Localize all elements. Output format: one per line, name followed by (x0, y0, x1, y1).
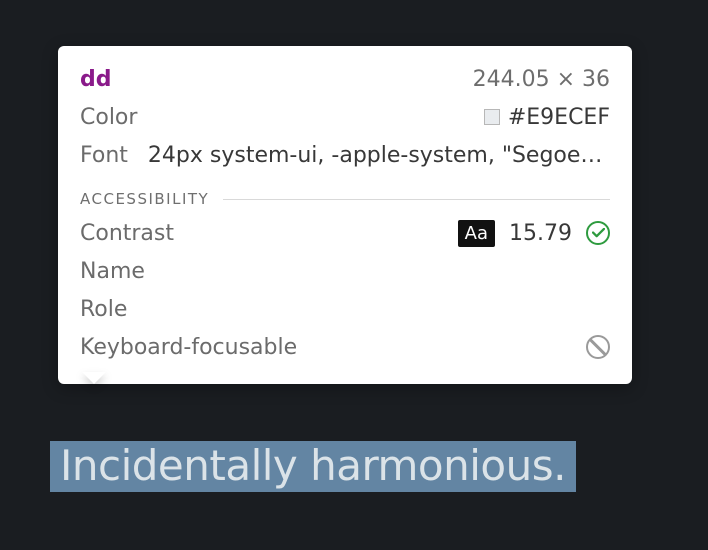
contrast-label: Contrast (80, 221, 174, 246)
contrast-badge: Aa (458, 220, 495, 247)
keyboard-focusable-label: Keyboard-focusable (80, 335, 297, 360)
accessibility-heading: ACCESSIBILITY (80, 190, 209, 208)
divider (223, 199, 610, 200)
color-row: Color #E9ECEF (80, 98, 610, 136)
element-header-row: dd 244.05 × 36 (80, 60, 610, 98)
color-swatch-icon (484, 109, 500, 125)
role-label: Role (80, 297, 127, 322)
element-tag-name: dd (80, 67, 112, 92)
font-value: 24px system-ui, -apple-system, "Segoe… (148, 143, 610, 168)
name-label: Name (80, 259, 145, 284)
font-row: Font 24px system-ui, -apple-system, "Seg… (80, 136, 610, 174)
not-focusable-icon (586, 335, 610, 359)
element-dimensions: 244.05 × 36 (473, 67, 610, 92)
color-hex: #E9ECEF (508, 105, 610, 130)
color-label: Color (80, 105, 137, 130)
color-value: #E9ECEF (484, 105, 610, 130)
font-label: Font (80, 143, 128, 168)
role-row: Role (80, 290, 610, 328)
contrast-row: Contrast Aa 15.79 (80, 214, 610, 252)
element-inspector-tooltip: dd 244.05 × 36 Color #E9ECEF Font 24px s… (58, 46, 632, 384)
contrast-value-group: Aa 15.79 (458, 220, 610, 247)
check-icon (586, 221, 610, 245)
accessibility-section-header: ACCESSIBILITY (80, 190, 610, 208)
keyboard-focusable-row: Keyboard-focusable (80, 328, 610, 366)
element-highlight-overlay[interactable]: Incidentally harmonious. (50, 441, 576, 492)
tooltip-pointer-icon (82, 384, 106, 396)
name-row: Name (80, 252, 610, 290)
highlighted-text: Incidentally harmonious. (60, 441, 566, 490)
contrast-ratio: 15.79 (509, 221, 572, 246)
